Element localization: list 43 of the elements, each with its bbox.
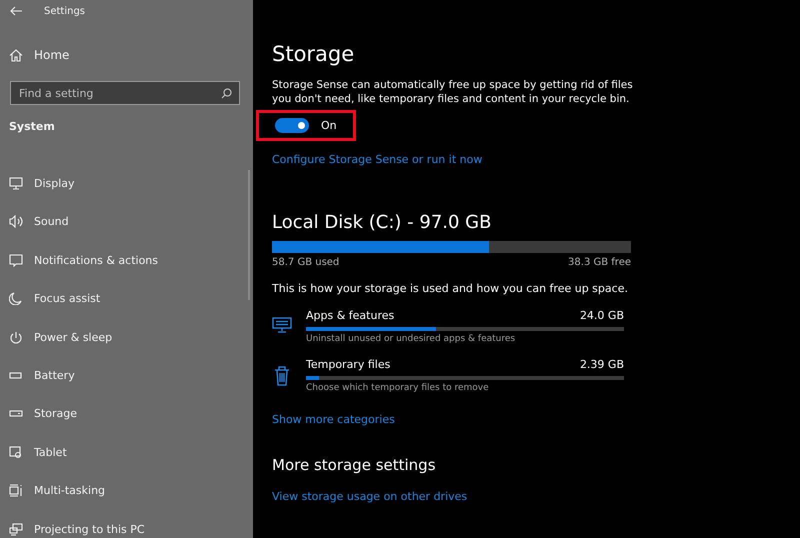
sidebar-item[interactable]: Storage: [0, 394, 253, 434]
scrollbar[interactable]: [248, 170, 250, 300]
show-more-link[interactable]: Show more categories: [272, 413, 800, 426]
storage-category[interactable]: Temporary files 2.39 GB Choose which temporary files to remove: [272, 358, 800, 393]
settings-link[interactable]: View storage usage on other drives: [272, 490, 800, 503]
used-text: 58.7 GB used: [272, 257, 340, 268]
search-field[interactable]: Find a setting: [10, 81, 240, 106]
category-size: 2.39 GB: [580, 358, 624, 371]
section-heading: System: [8, 120, 56, 136]
home-item[interactable]: Home: [0, 36, 253, 74]
home-icon: [9, 48, 23, 62]
free-text: 38.3 GB free: [568, 257, 631, 268]
power-icon: [9, 330, 23, 344]
trash-icon: [272, 366, 292, 386]
sidebar-item[interactable]: Projecting to this PC: [0, 510, 253, 538]
back-arrow-icon[interactable]: [10, 6, 22, 16]
sidebar-item[interactable]: Display: [0, 164, 253, 203]
sound-icon: [9, 215, 23, 228]
category-name: Temporary files: [306, 358, 390, 371]
category-hint: Uninstall unused or undesired apps & features: [306, 334, 516, 344]
page-title: Storage: [272, 42, 356, 66]
sidebar-item[interactable]: Notifications & actions: [0, 241, 253, 280]
toggle-label: On: [321, 119, 337, 132]
sidebar-item[interactable]: Multi-tasking: [0, 472, 253, 510]
monitor-keyboard-icon: [272, 317, 292, 333]
storage-category[interactable]: Apps & features 24.0 GB Uninstall unused or undesired apps & features: [272, 309, 800, 344]
window-title: Settings: [44, 6, 86, 16]
usage-note: This is how your storage is used and how you can free up space.: [272, 282, 629, 295]
sidebar-item[interactable]: Power & sleep: [0, 318, 253, 356]
category-hint: Choose which temporary files to remove: [306, 383, 490, 393]
category-name: Apps & features: [306, 309, 394, 322]
display-icon: [9, 177, 23, 190]
search-icon: [221, 88, 232, 100]
configure-link[interactable]: Configure Storage Sense or run it now: [272, 153, 800, 166]
sidebar-item[interactable]: Tablet: [0, 433, 253, 472]
section-title: More storage settings: [272, 456, 437, 474]
description-text: Storage Sense can automatically free up space by getting rid of files you don't need, like temporary files and content in your recycle bin.: [272, 78, 634, 106]
category-size: 24.0 GB: [580, 309, 624, 322]
sidebar-item[interactable]: Focus assist: [0, 280, 253, 318]
sidebar-item[interactable]: Battery: [0, 356, 253, 395]
toggle-switch[interactable]: [275, 118, 309, 133]
sidebar-item[interactable]: Sound: [0, 202, 253, 242]
disk-title: Local Disk (C:) - 97.0 GB: [272, 212, 492, 233]
